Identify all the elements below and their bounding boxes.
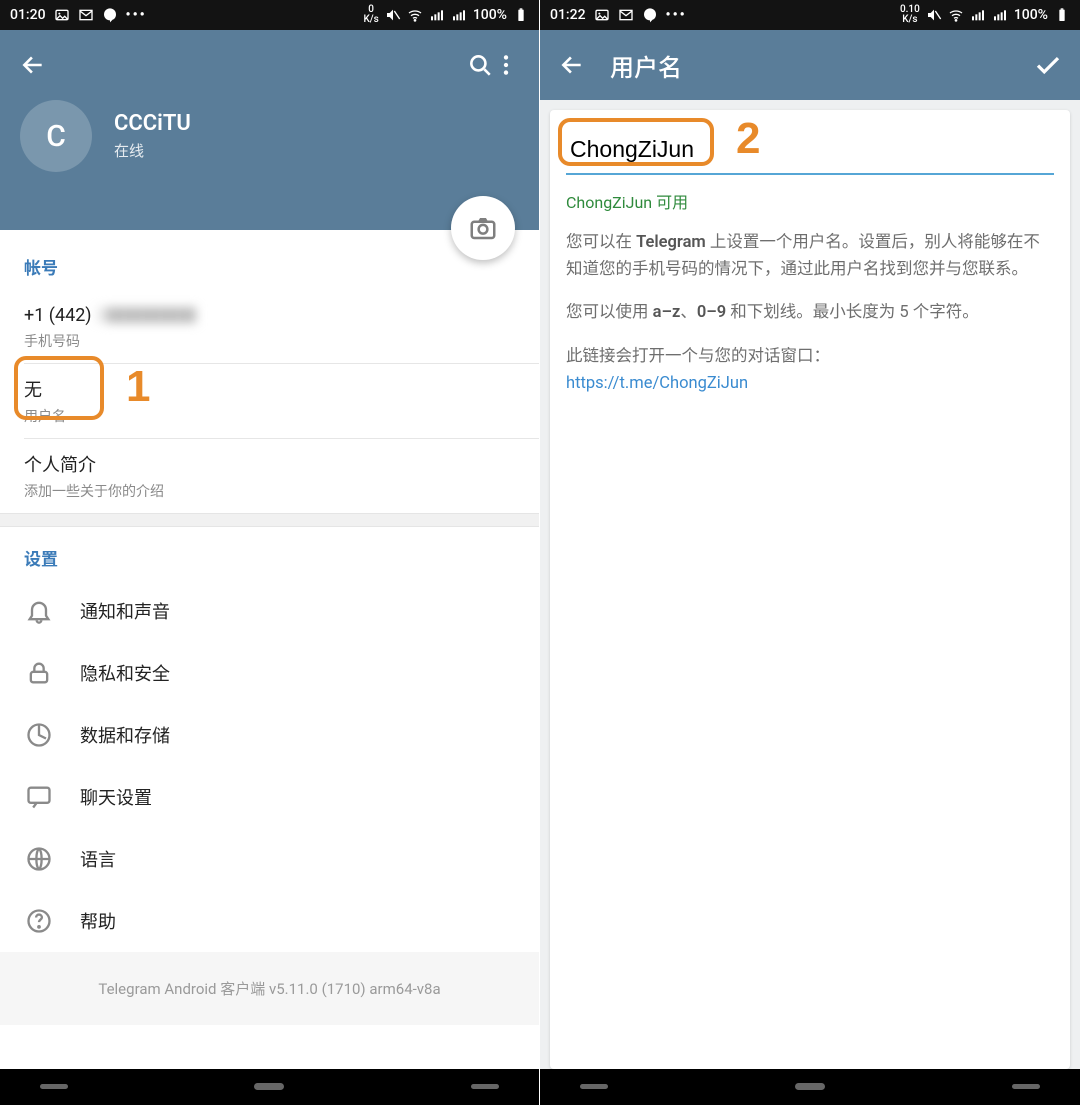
username-input[interactable]: [566, 128, 1054, 175]
row-username[interactable]: 无 用户名: [0, 364, 539, 438]
username-desc-3: 此链接会打开一个与您的对话窗口： https://t.me/ChongZiJun: [566, 343, 1054, 397]
bell-icon: [24, 596, 54, 626]
settings-item-label: 语言: [80, 846, 116, 872]
row-phone[interactable]: +1 (442) 2▇▇▇▇▇ 手机号码: [0, 289, 539, 363]
wifi-icon: [407, 7, 423, 23]
android-navbar: [540, 1069, 1080, 1105]
username-link[interactable]: https://t.me/ChongZiJun: [566, 374, 748, 393]
phone-label: 手机号码: [24, 331, 515, 351]
username-label: 用户名: [24, 406, 515, 426]
signal2-icon: [992, 7, 1008, 23]
settings-item-notifications[interactable]: 通知和声音: [0, 580, 539, 642]
hangouts-icon: [642, 7, 658, 23]
camera-fab[interactable]: [451, 196, 515, 260]
profile-status: 在线: [114, 140, 191, 161]
status-bar: 01:20 ••• 0K/s 100%: [0, 0, 539, 30]
settings-item-chat[interactable]: 聊天设置: [0, 766, 539, 828]
avatar-letter: C: [46, 119, 66, 154]
more-menu-button[interactable]: [493, 52, 519, 78]
data-icon: [24, 720, 54, 750]
settings-item-label: 隐私和安全: [80, 660, 170, 686]
hangouts-icon: [102, 7, 118, 23]
section-settings-header: 设置: [0, 527, 539, 580]
more-icon: •••: [126, 7, 147, 23]
phone-prefix: +1 (442): [24, 305, 92, 326]
mute-icon: [385, 7, 401, 23]
bio-title: 个人简介: [24, 451, 515, 477]
username-desc-2: 您可以使用 a–z、0–9 和下划线。最小长度为 5 个字符。: [566, 299, 1054, 326]
profile-name: CCCiTU: [114, 111, 191, 136]
help-icon: [24, 906, 54, 936]
status-bar: 01:22 ••• 0.10K/s 100%: [540, 0, 1080, 30]
status-time: 01:20: [10, 7, 46, 23]
signal1-icon: [429, 7, 445, 23]
username-available: ChongZiJun 可用: [566, 189, 1054, 213]
battery-text: 100%: [473, 7, 507, 23]
appbar: 用户名: [540, 30, 1080, 100]
phone-right: 01:22 ••• 0.10K/s 100% 用户名: [540, 0, 1080, 1105]
settings-item-label: 帮助: [80, 908, 116, 934]
image-icon: [54, 7, 70, 23]
settings-item-label: 通知和声音: [80, 598, 170, 624]
phone-left: 01:20 ••• 0K/s 100%: [0, 0, 540, 1105]
globe-icon: [24, 844, 54, 874]
settings-item-data[interactable]: 数据和存储: [0, 704, 539, 766]
settings-item-label: 聊天设置: [80, 784, 152, 810]
battery-icon: [513, 7, 529, 23]
settings-item-help[interactable]: 帮助: [0, 890, 539, 952]
back-button[interactable]: [20, 52, 46, 78]
page-title: 用户名: [610, 48, 682, 83]
settings-item-language[interactable]: 语言: [0, 828, 539, 890]
gmail-icon: [618, 7, 634, 23]
more-icon: •••: [666, 7, 687, 23]
battery-text: 100%: [1014, 7, 1048, 23]
settings-item-label: 数据和存储: [80, 722, 170, 748]
wifi-icon: [948, 7, 964, 23]
signal1-icon: [970, 7, 986, 23]
signal2-icon: [451, 7, 467, 23]
android-navbar: [0, 1069, 539, 1105]
app-version-footer: Telegram Android 客户端 v5.11.0 (1710) arm6…: [0, 952, 539, 1025]
settings-item-privacy[interactable]: 隐私和安全: [0, 642, 539, 704]
gmail-icon: [78, 7, 94, 23]
username-value: 无: [24, 376, 515, 402]
status-time: 01:22: [550, 7, 586, 23]
confirm-button[interactable]: [1028, 45, 1068, 85]
bio-hint: 添加一些关于你的介绍: [24, 481, 515, 501]
search-button[interactable]: [467, 52, 493, 78]
mute-icon: [926, 7, 942, 23]
username-card: ChongZiJun 可用 您可以在 Telegram 上设置一个用户名。设置后…: [550, 110, 1070, 1069]
net-speed: 0K/s: [363, 5, 378, 25]
back-button[interactable]: [552, 45, 592, 85]
image-icon: [594, 7, 610, 23]
battery-icon: [1054, 7, 1070, 23]
phone-blurred: 2▇▇▇▇▇: [96, 305, 196, 326]
avatar[interactable]: C: [20, 100, 92, 172]
lock-icon: [24, 658, 54, 688]
profile-header: C CCCiTU 在线: [0, 30, 539, 230]
row-bio[interactable]: 个人简介 添加一些关于你的介绍: [0, 439, 539, 513]
net-speed: 0.10K/s: [900, 5, 920, 25]
username-desc-1: 您可以在 Telegram 上设置一个用户名。设置后，别人将能够在不知道您的手机…: [566, 229, 1054, 283]
chat-icon: [24, 782, 54, 812]
